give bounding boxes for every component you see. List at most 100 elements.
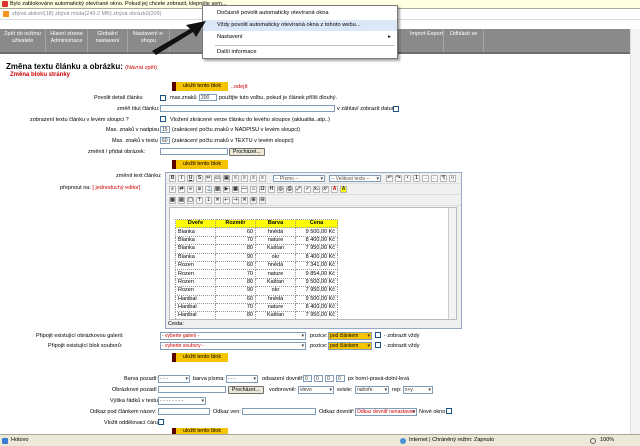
padding-top-input[interactable]: 0 (303, 375, 312, 382)
html-icon[interactable]: H (268, 186, 275, 193)
backcolor-icon[interactable]: A (340, 186, 347, 193)
row-height-select[interactable]: - - - - - - - - (158, 397, 206, 405)
align-center-icon[interactable]: ≡ (241, 175, 248, 182)
spellcheck-icon[interactable]: ✓ (304, 186, 311, 193)
bg-image-file-input[interactable] (158, 386, 226, 393)
editor-scrollbar[interactable] (448, 208, 456, 319)
row-after-icon[interactable]: ⇣ (205, 197, 212, 204)
image-file-input[interactable] (160, 148, 228, 155)
copy-icon[interactable]: ▭ (214, 175, 221, 182)
files-select[interactable]: - vyberte soubory - (160, 342, 306, 350)
split-cells-icon[interactable]: ⊞ (250, 197, 257, 204)
image-browse-button[interactable]: Procházet... (229, 148, 265, 156)
title-input[interactable] (160, 105, 335, 112)
link-name-input[interactable] (158, 408, 210, 415)
merge-cells-icon[interactable]: ⊟ (259, 197, 266, 204)
media-icon[interactable]: ▶ (223, 186, 230, 193)
max-text-input[interactable]: 60 (160, 137, 170, 144)
save-block-button-top[interactable]: uložit tento blok (172, 82, 228, 91)
menu-more-info[interactable]: Další informace (203, 47, 397, 58)
list-ol-icon[interactable]: 1 (413, 175, 420, 182)
nav-back-user[interactable]: Zpět do režimu uživatele (0, 29, 46, 52)
files-position-select[interactable]: pod článkem (328, 342, 372, 350)
image-icon[interactable]: ▨ (214, 186, 221, 193)
unlink-icon[interactable]: ⌀ (196, 186, 203, 193)
font-color-select[interactable]: - - - (226, 375, 258, 383)
table-props-icon[interactable]: ▦ (169, 197, 176, 204)
cut-icon[interactable]: ✂ (205, 175, 212, 182)
undo-icon[interactable]: ↶ (386, 175, 393, 182)
vertical-select[interactable]: nahoře (355, 386, 389, 394)
delete-row-icon[interactable]: ✕ (214, 197, 221, 204)
menu-settings[interactable]: Nastavení ▸ (203, 32, 397, 43)
replace-icon[interactable]: ⇄ (178, 186, 185, 193)
emoticon-icon[interactable]: ☺ (250, 186, 257, 193)
gallery-always-checkbox[interactable] (375, 332, 381, 338)
show-text-checkbox[interactable] (160, 116, 166, 122)
padding-bottom-input[interactable]: 0 (325, 375, 334, 382)
gallery-position-select[interactable]: pod článkem (328, 332, 372, 340)
code-icon[interactable]: ‹› (449, 175, 456, 182)
list-ul-icon[interactable]: • (404, 175, 411, 182)
nav-import-export[interactable]: Import Export (410, 29, 444, 52)
redo-icon[interactable]: ↷ (395, 175, 402, 182)
link-url-input[interactable] (242, 408, 316, 415)
indent-icon[interactable]: → (422, 175, 429, 182)
zoom-level[interactable]: 100% (600, 435, 614, 446)
max-title-input[interactable]: 15 (160, 126, 170, 133)
outdent-icon[interactable]: ← (431, 175, 438, 182)
bold-icon[interactable]: B (169, 175, 176, 182)
bg-image-browse-button[interactable]: Procházet... (228, 386, 264, 394)
page-scrollbar[interactable] (630, 29, 640, 434)
editor-content[interactable]: Dveře Rozměr Barva Cena Blanka 60 hnědá 9 5… (169, 207, 457, 320)
date-checkbox[interactable] (393, 106, 399, 112)
simple-editor-link[interactable]: [ jednoduchý editor] (92, 185, 140, 191)
paste-icon[interactable]: ▣ (223, 175, 230, 182)
align-left-icon[interactable]: ≡ (232, 175, 239, 182)
bg-color-select[interactable]: - - - (158, 375, 190, 383)
horizontal-select[interactable]: vlevo (298, 386, 334, 394)
align-right-icon[interactable]: ≡ (250, 175, 257, 182)
divider-checkbox[interactable] (158, 419, 164, 425)
leave-link[interactable]: ..odejít (231, 84, 248, 90)
preview-icon[interactable]: ◎ (277, 186, 284, 193)
menu-allow-temporarily[interactable]: Dočasně povolit automaticky otevíraná ok… (203, 8, 397, 19)
row-before-icon[interactable]: ⇡ (196, 197, 203, 204)
cell-props-icon[interactable]: ▢ (187, 197, 194, 204)
fullscreen-icon[interactable]: ⤢ (295, 186, 302, 193)
save-block-button-bottom[interactable]: uložit tento blok (172, 353, 228, 362)
justify-icon[interactable]: ≡ (259, 175, 266, 182)
charmap-icon[interactable]: Ω (259, 186, 266, 193)
strike-icon[interactable]: S (196, 175, 203, 182)
table-icon[interactable]: ▦ (232, 186, 239, 193)
find-icon[interactable]: ⌕ (169, 186, 176, 193)
repeat-select[interactable]: x+y (403, 386, 433, 394)
detail-checkbox[interactable] (160, 95, 166, 101)
new-window-checkbox[interactable] (446, 408, 452, 414)
delete-col-icon[interactable]: ✕ (241, 197, 248, 204)
nav-logout[interactable]: Odhlásit se (444, 29, 484, 52)
hr-icon[interactable]: — (241, 186, 248, 193)
anchor-icon[interactable]: ⚓ (205, 186, 212, 193)
save-block-button-mid[interactable]: uložit tento blok (172, 160, 228, 169)
sup-icon[interactable]: x² (322, 186, 329, 193)
nav-global-settings[interactable]: Globální nastavení (88, 29, 128, 52)
col-before-icon[interactable]: ⇠ (223, 197, 230, 204)
padding-left-input[interactable]: 0 (336, 375, 345, 382)
row-props-icon[interactable]: ▤ (178, 197, 185, 204)
link-icon[interactable]: ∞ (187, 186, 194, 193)
gallery-select[interactable]: - vyberte galerii - (160, 332, 306, 340)
sub-icon[interactable]: x₂ (313, 186, 320, 193)
print-icon[interactable]: ⎙ (286, 186, 293, 193)
nav-admin-home[interactable]: Hlavní strana Administrace (46, 29, 88, 52)
col-after-icon[interactable]: ⇢ (232, 197, 239, 204)
padding-right-input[interactable]: 0 (314, 375, 323, 382)
pilcrow-icon[interactable]: ¶ (440, 175, 447, 182)
menu-allow-always[interactable]: Vždy povolit automaticky otevíraná okna … (203, 20, 397, 31)
size-select[interactable]: -- Velikost textu -- (329, 175, 381, 182)
back-link[interactable]: (Návrat zpět) (125, 65, 157, 71)
forecolor-icon[interactable]: A (331, 186, 338, 193)
italic-icon[interactable]: I (178, 175, 185, 182)
underline-icon[interactable]: U (187, 175, 194, 182)
link-inside-select[interactable]: Odkaz dovnitř nenastaven (355, 408, 417, 416)
